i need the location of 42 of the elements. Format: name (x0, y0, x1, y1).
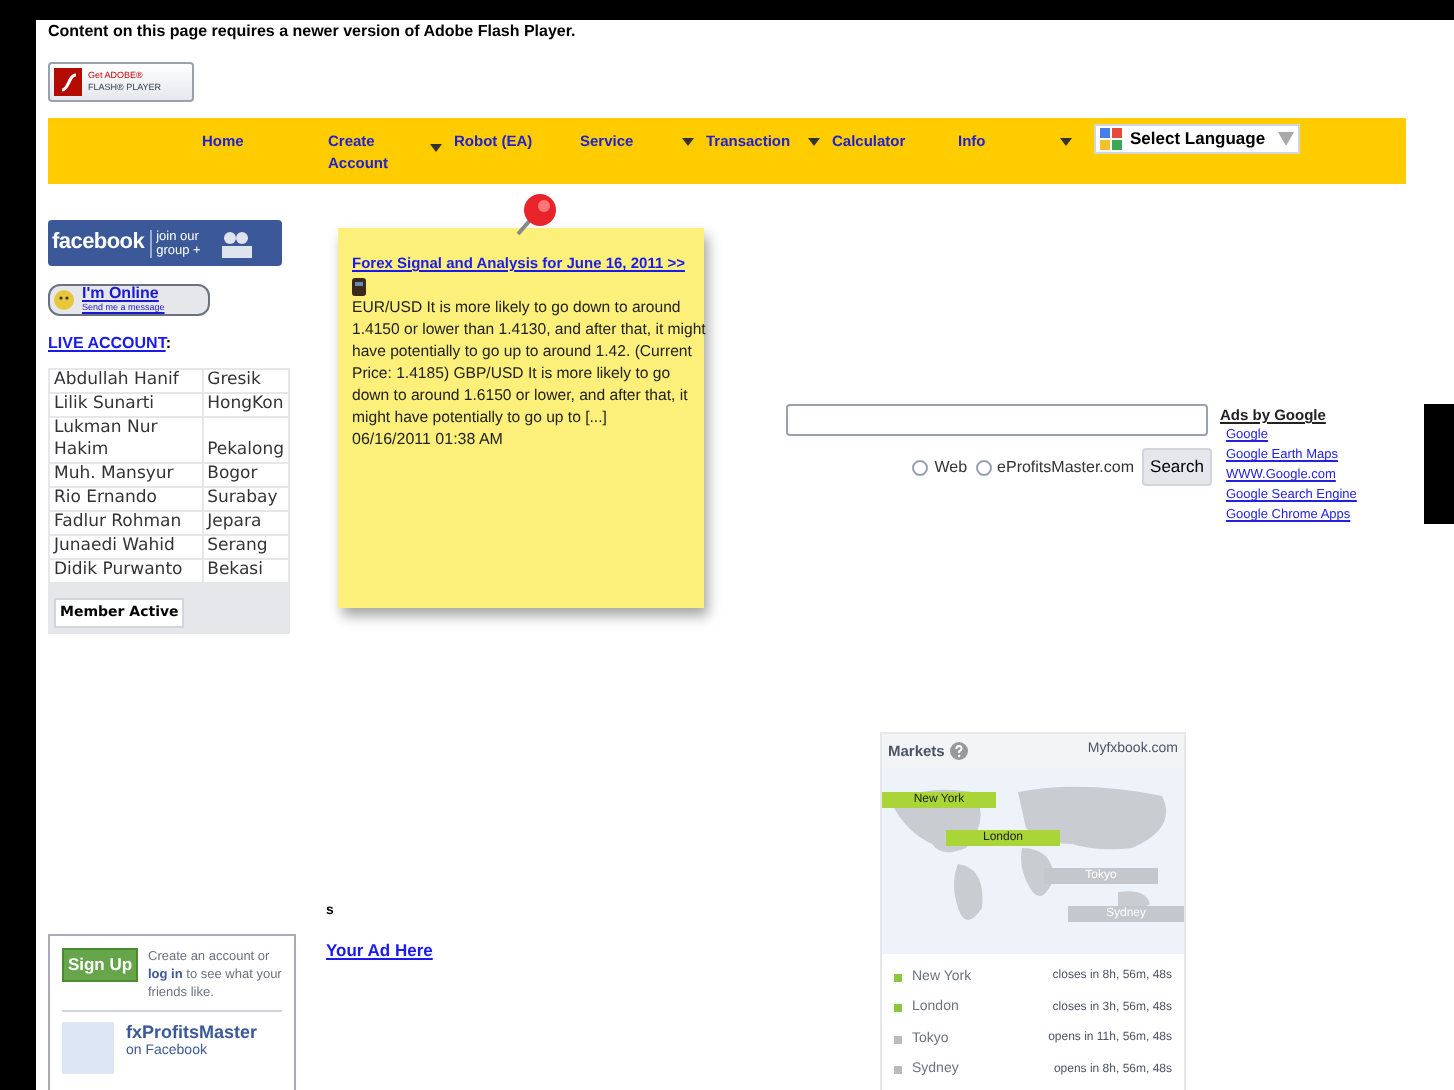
frame-edge (1424, 404, 1454, 524)
colon-text: : (165, 334, 171, 352)
member-city-cell: Jepara (202, 511, 289, 535)
member-city-cell: Pekalong (202, 417, 289, 463)
radio-label: eProfitsMaster.com (997, 455, 1134, 479)
search-field[interactable] (786, 404, 1208, 436)
google-logo-icon (1100, 128, 1124, 150)
member-name-cell: Rio Ernando (49, 487, 203, 511)
live-account-link[interactable]: LIVE ACCOUNT (48, 334, 166, 352)
flash-logo-icon (54, 68, 82, 96)
member-name-cell: Junaedi Wahid (49, 535, 203, 559)
member-name-cell: Abdullah Hanif (49, 369, 203, 393)
radio-button[interactable] (912, 459, 929, 475)
caret-icon[interactable] (430, 144, 442, 152)
your-ad-here-link[interactable]: Your Ad Here (326, 937, 766, 963)
online-title: I'm Online (82, 287, 161, 299)
member-name-cell: Lilik Sunarti (49, 393, 203, 417)
page-name-link[interactable]: fxProfitsMaster (126, 1022, 258, 1042)
member-city-cell: HongKon (202, 393, 289, 417)
search-button[interactable]: Search (1142, 448, 1212, 486)
caret-icon[interactable] (808, 138, 820, 146)
member-name-cell: Fadlur Rohman (49, 511, 203, 535)
smiley-icon (52, 288, 78, 312)
radio-label: Web (934, 455, 968, 479)
member-city-cell: Surabay (202, 487, 289, 511)
member-name-cell: Muh. Mansyur (49, 463, 203, 487)
caret-icon[interactable] (1060, 138, 1072, 146)
facebook-wordmark: facebook (52, 228, 145, 259)
radio-button[interactable] (975, 459, 992, 475)
member-city-cell: Bogor (202, 463, 289, 487)
flash-notice: Content on this page requires a newer version of Adobe Flash Player. (48, 22, 578, 42)
member-city-cell: Gresik (202, 369, 289, 393)
dropdown-arrow-icon (1278, 132, 1294, 146)
help-icon (950, 742, 969, 760)
language-select[interactable]: Select Language (1094, 124, 1300, 154)
member-name-cell: Lukman Nur Hakim (49, 417, 203, 463)
page-thumbnail (62, 1022, 114, 1074)
post-icon (352, 278, 366, 297)
caret-icon[interactable] (682, 138, 694, 146)
post-date: 06/16/2011 01:38 AM (352, 428, 505, 451)
group-icon (216, 227, 257, 259)
member-city-cell: Serang (202, 535, 289, 559)
